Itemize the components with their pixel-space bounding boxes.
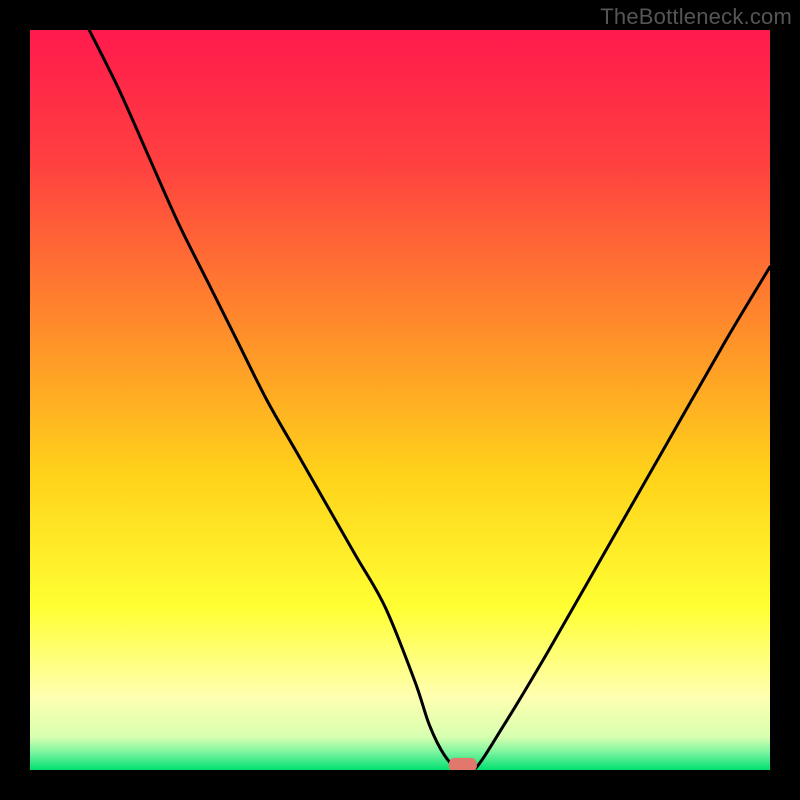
chart-svg <box>30 30 770 770</box>
bottleneck-marker <box>449 758 477 770</box>
bottleneck-chart <box>30 30 770 770</box>
watermark-text: TheBottleneck.com <box>600 4 792 30</box>
